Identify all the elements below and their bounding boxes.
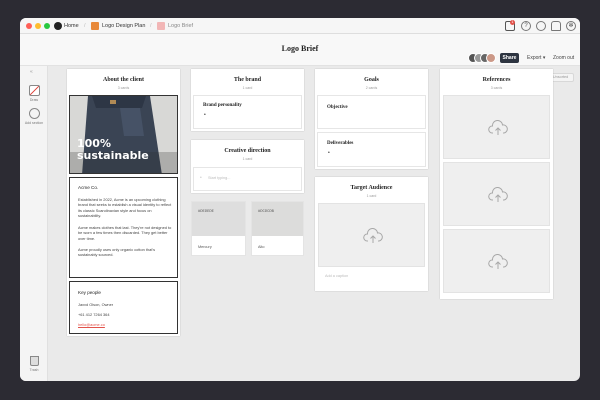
board-icon-orange	[91, 22, 99, 30]
swatch-hex-value: #DCDCDB	[258, 210, 274, 214]
column-creative-direction[interactable]: Creative direction 1 card • Start typing…	[191, 140, 304, 193]
settings-gear-icon[interactable]: ✻	[566, 21, 576, 31]
column-title[interactable]: About the client	[67, 77, 180, 83]
title-bar: Home / Logo Design Plan / Logo Brief 1 ?…	[20, 18, 580, 34]
reference-upload-card-1[interactable]	[443, 95, 550, 159]
app-window: Home / Logo Design Plan / Logo Brief 1 ?…	[20, 18, 580, 381]
bullet-point: •	[204, 112, 206, 118]
column-title[interactable]: Target Audience	[315, 185, 428, 191]
upload-cloud-icon	[488, 254, 508, 269]
overlay-line-2: sustainable	[77, 149, 149, 162]
tool-sidebar: « Draw Add section Trash	[20, 66, 48, 381]
jeans-photo-image	[70, 96, 177, 173]
acme-heading: Acme Co.	[78, 185, 99, 190]
column-target-audience[interactable]: Target Audience 1 card Add a caption	[315, 177, 428, 291]
share-button[interactable]: Share	[500, 53, 519, 63]
swatch-color-fill	[192, 202, 245, 236]
column-title[interactable]: Creative direction	[191, 148, 304, 154]
reference-upload-card-3[interactable]	[443, 229, 550, 293]
image-upload-card[interactable]	[318, 203, 425, 267]
bullet-point: •	[328, 150, 330, 156]
swatch-name: Alto	[258, 245, 265, 249]
collaborator-avatars[interactable]	[468, 53, 498, 63]
draw-tool-label: Draw	[29, 98, 39, 102]
upload-cloud-icon	[488, 187, 508, 202]
column-title[interactable]: References	[440, 77, 553, 83]
notification-count-badge: 1	[510, 20, 515, 25]
column-card-count: 1 card	[242, 157, 253, 161]
key-people-heading: Key people	[78, 290, 101, 295]
image-card-jeans[interactable]: 100% sustainable	[69, 95, 178, 174]
upload-cloud-icon	[363, 228, 383, 243]
note-card-brand-personality[interactable]: Brand personality •	[193, 95, 302, 129]
column-goals[interactable]: Goals 2 cards Objective Deliverables •	[315, 69, 428, 169]
note-card-objective[interactable]: Objective	[317, 95, 426, 129]
zoom-out-button[interactable]: Zoom out	[553, 53, 574, 63]
color-swatch-mercury[interactable]: #DEDEDE Mercury	[191, 201, 246, 256]
add-section-tool[interactable]: Add section	[24, 108, 44, 125]
acme-paragraph-1: Established in 2022, Acme is an upcoming…	[78, 197, 172, 219]
maximize-window-button[interactable]	[44, 23, 50, 29]
add-section-label: Add section	[24, 121, 44, 125]
key-person-name: Jaxxd Olson, Owner	[78, 302, 114, 307]
deliverables-heading: Deliverables	[327, 141, 354, 146]
trash-label: Trash	[29, 368, 39, 372]
trash-icon	[29, 356, 39, 366]
trash-tool[interactable]: Trash	[24, 356, 44, 372]
draw-tool[interactable]: Draw	[24, 85, 44, 102]
note-card-deliverables[interactable]: Deliverables •	[317, 132, 426, 167]
bell-icon[interactable]	[551, 21, 561, 31]
add-section-icon	[28, 108, 40, 119]
column-references[interactable]: References 3 cards	[440, 69, 553, 299]
board-icon-pink	[157, 22, 165, 30]
breadcrumb-logo-brief[interactable]: Logo Brief	[168, 22, 193, 30]
draw-icon	[28, 85, 40, 96]
start-typing-placeholder[interactable]: Start typing...	[208, 176, 230, 180]
board-header: Logo Brief Share Export ▾ Zoom out	[20, 34, 580, 66]
export-button[interactable]: Export ▾	[527, 53, 545, 63]
milanote-logo-icon	[54, 22, 62, 30]
help-icon[interactable]: ?	[521, 21, 531, 31]
minimize-window-button[interactable]	[35, 23, 41, 29]
upload-cloud-icon	[488, 120, 508, 135]
breadcrumb-separator: /	[84, 23, 86, 29]
objective-heading: Objective	[327, 105, 348, 110]
swatch-name: Mercury	[198, 245, 212, 249]
swatch-color-fill	[252, 202, 303, 236]
column-card-count: 3 cards	[490, 86, 503, 90]
column-about-the-client[interactable]: About the client 3 cards 100% sustainabl…	[67, 69, 180, 336]
column-title[interactable]: The brand	[191, 77, 304, 83]
home-link[interactable]: Home	[64, 22, 79, 30]
breadcrumb-logo-design-plan[interactable]: Logo Design Plan	[102, 22, 145, 30]
brand-personality-heading: Brand personality	[203, 103, 242, 108]
note-card-acme[interactable]: Acme Co. Established in 2022, Acme is an…	[69, 177, 178, 278]
column-title[interactable]: Goals	[315, 77, 428, 83]
key-person-email-link[interactable]: hello@acme.co	[78, 322, 174, 327]
column-the-brand[interactable]: The brand 1 card Brand personality •	[191, 69, 304, 131]
column-card-count: 2 cards	[365, 86, 378, 90]
empty-note-card[interactable]: • Start typing...	[193, 167, 302, 191]
column-card-count: 3 cards	[117, 86, 130, 90]
acme-paragraph-3: Acme proudly uses only organic cotton th…	[78, 247, 156, 258]
column-card-count: 1 card	[242, 86, 253, 90]
bullet-point: •	[200, 175, 202, 181]
add-caption-placeholder[interactable]: Add a caption	[325, 274, 348, 278]
close-window-button[interactable]	[26, 23, 32, 29]
avatar[interactable]	[486, 53, 496, 63]
swatch-hex-value: #DEDEDE	[198, 210, 214, 214]
column-card-count: 1 card	[366, 194, 377, 198]
breadcrumb-separator: /	[150, 23, 152, 29]
reference-upload-card-2[interactable]	[443, 162, 550, 226]
note-card-key-people[interactable]: Key people Jaxxd Olson, Owner +61 412 72…	[69, 281, 178, 334]
acme-paragraph-2: Acme makes clothes that last. They're no…	[78, 225, 172, 241]
collapse-sidebar-icon[interactable]: «	[30, 69, 33, 75]
search-icon[interactable]	[536, 21, 546, 31]
key-person-phone: +61 412 7264 364	[78, 312, 110, 317]
color-swatch-alto[interactable]: #DCDCDB Alto	[251, 201, 304, 256]
image-overlay-text: 100% sustainable	[77, 138, 149, 162]
